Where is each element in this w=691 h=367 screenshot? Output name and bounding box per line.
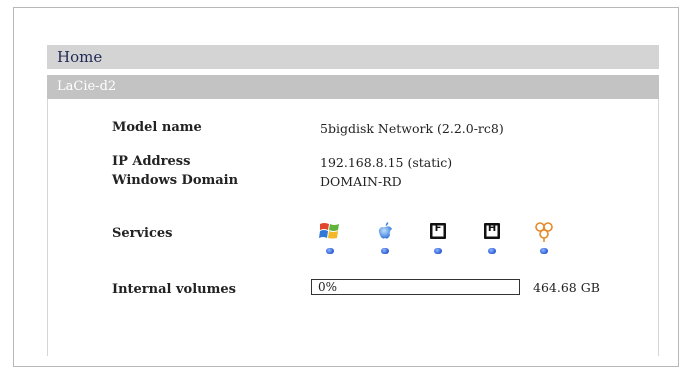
internal-volumes-label: Internal volumes <box>112 282 236 297</box>
service-http[interactable]: H <box>480 219 504 257</box>
windows-icon <box>319 223 339 239</box>
volume-size: 464.68 GB <box>533 280 600 295</box>
home-bar: Home <box>47 45 659 69</box>
services-label: Services <box>112 226 173 241</box>
ip-address-label: IP Address <box>112 154 191 169</box>
bittorrent-icon <box>535 222 553 242</box>
service-windows[interactable] <box>318 219 342 257</box>
service-ftp[interactable]: F <box>426 219 450 257</box>
status-indicator-dot <box>434 248 442 254</box>
windows-domain-label: Windows Domain <box>112 173 239 188</box>
apple-icon <box>378 222 392 239</box>
device-header: LaCie-d2 <box>47 75 659 99</box>
device-name: LaCie-d2 <box>57 79 117 94</box>
service-bittorrent[interactable] <box>532 219 556 257</box>
home-link[interactable]: Home <box>57 48 102 66</box>
status-indicator-dot <box>488 248 496 254</box>
model-name-value: 5bigdisk Network (2.2.0-rc8) <box>320 121 504 136</box>
status-indicator-dot <box>381 248 389 254</box>
ip-address-value: 192.168.8.15 (static) <box>320 155 453 170</box>
http-letter: H <box>487 223 497 234</box>
volume-usage-text: 0% <box>318 280 338 294</box>
model-name-label: Model name <box>112 120 202 135</box>
status-indicator-dot <box>540 248 548 254</box>
ftp-letter: F <box>434 223 442 234</box>
volume-usage-bar: 0% <box>311 279 520 295</box>
status-indicator-dot <box>326 248 334 254</box>
device-panel: Model name 5bigdisk Network (2.2.0-rc8) … <box>47 99 659 356</box>
service-apple[interactable] <box>373 219 397 257</box>
windows-domain-value: DOMAIN-RD <box>320 174 402 189</box>
